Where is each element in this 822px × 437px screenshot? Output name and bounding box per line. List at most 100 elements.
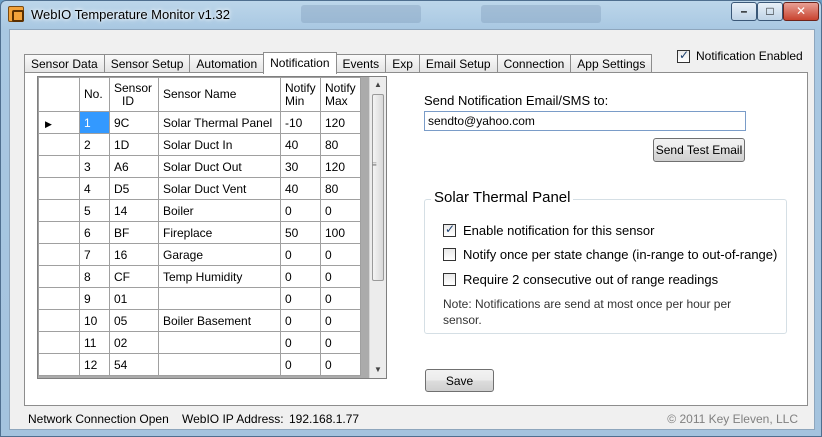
cell-sensor-id[interactable]: 05 [109,309,159,332]
cell-notify-min[interactable]: 0 [280,309,321,332]
cell-sensor-name[interactable] [158,331,281,354]
cell-no[interactable]: 12 [79,353,110,376]
cell-sensor-name[interactable]: Solar Duct Vent [158,177,281,200]
row-header[interactable] [38,243,80,266]
table-row[interactable]: 6 BF Fireplace 50 100 [38,221,361,244]
cell-sensor-name[interactable]: Garage [158,243,281,266]
enable-notification-checkbox[interactable] [443,222,456,237]
cell-notify-max[interactable]: 0 [320,243,361,266]
row-header[interactable] [38,265,80,288]
tab-connection[interactable]: Connection [496,54,572,73]
cell-sensor-name[interactable]: Solar Duct In [158,133,281,156]
table-row[interactable]: 12 54 0 0 [38,353,361,376]
row-header[interactable] [38,353,80,376]
cell-no[interactable]: 1 [79,111,110,134]
cell-no[interactable]: 4 [79,177,110,200]
cell-sensor-id[interactable]: A6 [109,155,159,178]
option-enable-notification[interactable]: Enable notification for this sensor [443,222,655,238]
title-bar[interactable]: WebIO Temperature Monitor v1.32 – □ ✕ [1,1,821,29]
minimize-button[interactable]: – [731,2,757,21]
cell-notify-max[interactable]: 80 [320,133,361,156]
cell-notify-max[interactable]: 0 [320,331,361,354]
row-header[interactable]: ▶ [38,111,80,134]
close-button[interactable]: ✕ [783,2,819,21]
table-row[interactable]: 10 05 Boiler Basement 0 0 [38,309,361,332]
table-row[interactable]: 5 14 Boiler 0 0 [38,199,361,222]
cell-sensor-name[interactable] [158,287,281,310]
notify-once-checkbox[interactable] [443,248,456,261]
col-header-sensor-id[interactable]: Sensor ID [109,77,159,112]
require-two-readings-checkbox[interactable] [443,273,456,286]
cell-notify-min[interactable]: 0 [280,243,321,266]
row-header[interactable] [38,309,80,332]
cell-notify-min[interactable]: 0 [280,199,321,222]
cell-notify-min[interactable]: 0 [280,287,321,310]
cell-sensor-id[interactable]: 02 [109,331,159,354]
tab-automation[interactable]: Automation [189,54,265,73]
cell-notify-min[interactable]: 50 [280,221,321,244]
cell-notify-min[interactable]: 0 [280,265,321,288]
cell-notify-max[interactable]: 120 [320,155,361,178]
tab-exp[interactable]: Exp [385,54,420,73]
col-header-notify-max[interactable]: Notify Max [320,77,361,112]
cell-no[interactable]: 6 [79,221,110,244]
cell-notify-min[interactable]: 40 [280,177,321,200]
col-header-notify-min[interactable]: Notify Min [280,77,321,112]
table-row[interactable]: 11 02 0 0 [38,331,361,354]
cell-sensor-id[interactable]: 54 [109,353,159,376]
cell-no[interactable]: 2 [79,133,110,156]
cell-sensor-id[interactable]: 16 [109,243,159,266]
save-button[interactable]: Save [425,369,494,392]
table-row[interactable]: 7 16 Garage 0 0 [38,243,361,266]
table-row[interactable]: ▶ 1 9C Solar Thermal Panel -10 120 [38,111,361,134]
cell-no[interactable]: 7 [79,243,110,266]
row-header[interactable] [38,177,80,200]
cell-notify-min[interactable]: 40 [280,133,321,156]
grid-vertical-scrollbar[interactable]: ▲ ≡ ▼ [369,77,386,378]
cell-no[interactable]: 5 [79,199,110,222]
cell-notify-min[interactable]: -10 [280,111,321,134]
row-header[interactable] [38,133,80,156]
tab-app-settings[interactable]: App Settings [570,54,653,73]
cell-no[interactable]: 8 [79,265,110,288]
cell-no[interactable]: 11 [79,331,110,354]
option-require-two-readings[interactable]: Require 2 consecutive out of range readi… [443,272,718,287]
cell-notify-max[interactable]: 0 [320,265,361,288]
cell-notify-max[interactable]: 0 [320,199,361,222]
notification-enabled-checkbox[interactable] [677,48,690,63]
cell-sensor-name[interactable]: Boiler Basement [158,309,281,332]
cell-sensor-name[interactable] [158,353,281,376]
tab-events[interactable]: Events [335,54,387,73]
cell-notify-max[interactable]: 0 [320,309,361,332]
row-header[interactable] [38,331,80,354]
cell-sensor-name[interactable]: Solar Duct Out [158,155,281,178]
table-row[interactable]: 9 01 0 0 [38,287,361,310]
cell-sensor-id[interactable]: CF [109,265,159,288]
option-notify-once[interactable]: Notify once per state change (in-range t… [443,247,777,262]
cell-sensor-name[interactable]: Fireplace [158,221,281,244]
cell-notify-min[interactable]: 0 [280,331,321,354]
cell-notify-max[interactable]: 0 [320,353,361,376]
row-header[interactable] [38,155,80,178]
cell-notify-max[interactable]: 100 [320,221,361,244]
row-header[interactable] [38,287,80,310]
cell-notify-max[interactable]: 120 [320,111,361,134]
cell-sensor-id[interactable]: BF [109,221,159,244]
cell-sensor-name[interactable]: Solar Thermal Panel [158,111,281,134]
col-header-no[interactable]: No. [79,77,110,112]
table-row[interactable]: 3 A6 Solar Duct Out 30 120 [38,155,361,178]
tab-sensor-setup[interactable]: Sensor Setup [103,54,191,73]
row-header[interactable] [38,199,80,222]
cell-no[interactable]: 10 [79,309,110,332]
table-row[interactable]: 8 CF Temp Humidity 0 0 [38,265,361,288]
cell-notify-min[interactable]: 0 [280,353,321,376]
cell-sensor-id[interactable]: 1D [109,133,159,156]
table-row[interactable]: 2 1D Solar Duct In 40 80 [38,133,361,156]
cell-no[interactable]: 9 [79,287,110,310]
row-header[interactable] [38,221,80,244]
send-test-email-button[interactable]: Send Test Email [653,138,745,162]
tab-notification[interactable]: Notification [263,52,337,74]
cell-sensor-name[interactable]: Boiler [158,199,281,222]
cell-sensor-id[interactable]: 01 [109,287,159,310]
maximize-button[interactable]: □ [757,2,783,21]
